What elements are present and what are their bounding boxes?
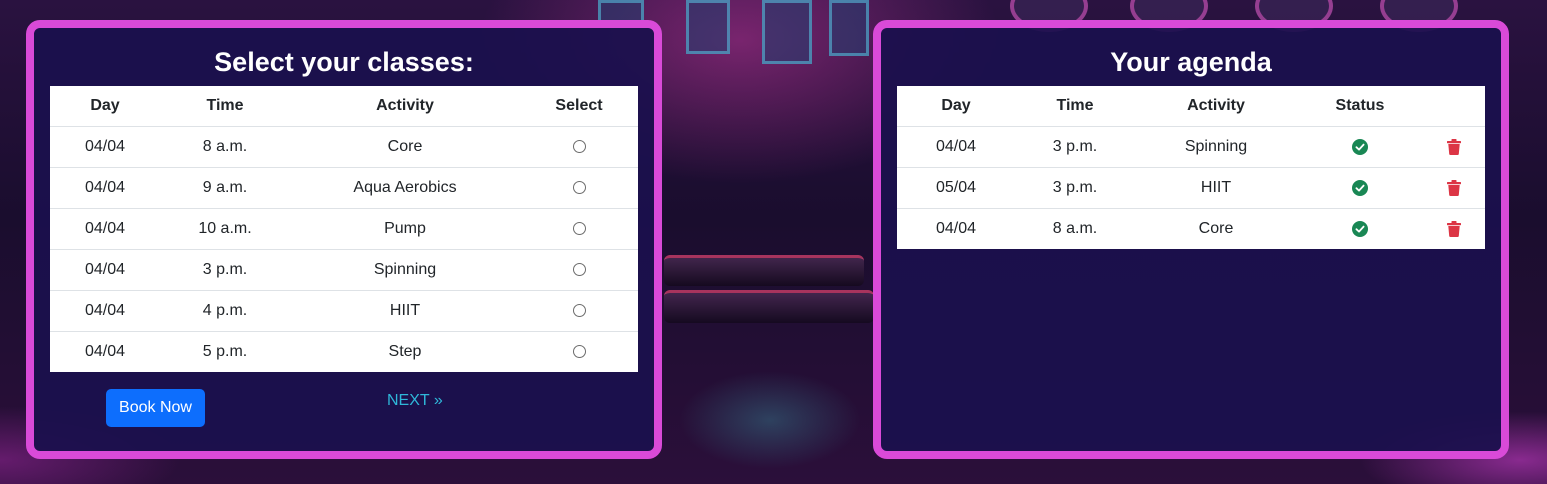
cell-time: 4 p.m. — [160, 290, 290, 332]
column-header-day: Day — [50, 86, 160, 127]
cell-time: 8 a.m. — [1052, 220, 1098, 237]
classes-table: Day Time Activity Select 04/04 8 a.m. Co… — [50, 86, 638, 372]
trash-icon[interactable] — [1447, 179, 1461, 197]
select-classes-panel: Select your classes: Day Time Activity S… — [26, 20, 662, 459]
cell-day: 04/04 — [50, 126, 160, 168]
trash-icon[interactable] — [1447, 220, 1461, 238]
agenda-table-header: Day Time Activity Status — [897, 86, 1485, 127]
column-header-status: Status — [1297, 86, 1423, 127]
cell-day: 05/04 — [897, 167, 1015, 209]
check-circle-icon — [1352, 179, 1368, 196]
column-header-time: Time — [160, 86, 290, 127]
cell-activity: HIIT — [290, 290, 520, 332]
classes-table-header: Day Time Activity Select — [50, 86, 638, 127]
book-now-button[interactable]: Book Now — [106, 389, 205, 427]
trash-icon[interactable] — [1447, 138, 1461, 156]
cell-day: 04/04 — [50, 208, 160, 250]
select-classes-title: Select your classes: — [214, 47, 474, 77]
cell-day: 04/04 — [50, 167, 160, 209]
cell-day: 04/04 — [897, 126, 1015, 168]
cell-time: 3 p.m. — [1015, 167, 1135, 209]
select-radio[interactable] — [572, 140, 586, 154]
cell-day: 04/04 — [50, 290, 160, 332]
cell-time: 3 p.m. — [1015, 126, 1135, 168]
cell-time: 3 p.m. — [160, 249, 290, 291]
table-row: 04/04 3 p.m. Spinning — [897, 126, 1485, 168]
cell-day: 04/04 — [50, 249, 160, 291]
column-header-select: Select — [520, 86, 638, 127]
cell-day: 04/04 — [84, 343, 126, 360]
cell-activity: HIIT — [1135, 167, 1297, 209]
table-row: 04/04 4 p.m. HIIT — [50, 290, 638, 332]
table-row: 04/04 10 a.m. Pump — [50, 208, 638, 250]
cell-day: 04/04 — [935, 220, 977, 237]
table-row: 04/04 8 a.m. Core — [50, 126, 638, 168]
cell-activity: Pump — [290, 208, 520, 250]
agenda-panel: Your agenda Day Time Activity Status 04/… — [873, 20, 1509, 459]
cell-activity: Core — [290, 126, 520, 168]
column-header-activity: Activity — [1135, 86, 1297, 127]
cell-time: 10 a.m. — [160, 208, 290, 250]
cell-activity: Step — [388, 343, 422, 360]
select-radio[interactable] — [572, 345, 586, 359]
column-header-activity: Activity — [290, 86, 520, 127]
select-radio[interactable] — [572, 263, 586, 277]
table-row: 04/04 8 a.m. Core — [897, 209, 1485, 250]
agenda-title: Your agenda — [1110, 47, 1272, 77]
select-radio[interactable] — [572, 304, 586, 318]
table-row: 04/04 9 a.m. Aqua Aerobics — [50, 167, 638, 209]
column-header-day: Day — [897, 86, 1015, 127]
column-header-actions — [1423, 86, 1485, 127]
cell-activity: Spinning — [290, 249, 520, 291]
check-circle-icon — [1352, 138, 1368, 155]
cell-activity: Aqua Aerobics — [290, 167, 520, 209]
table-row: 04/04 5 p.m. Step — [50, 332, 638, 373]
select-radio[interactable] — [572, 222, 586, 236]
check-circle-icon — [1352, 220, 1368, 237]
cell-time: 5 p.m. — [202, 343, 248, 360]
table-row: 04/04 3 p.m. Spinning — [50, 249, 638, 291]
column-header-time: Time — [1015, 86, 1135, 127]
cell-activity: Core — [1198, 220, 1234, 237]
cell-time: 9 a.m. — [160, 167, 290, 209]
select-radio[interactable] — [572, 181, 586, 195]
cell-activity: Spinning — [1135, 126, 1297, 168]
table-row: 05/04 3 p.m. HIIT — [897, 167, 1485, 209]
next-page-link[interactable]: NEXT » — [387, 392, 443, 410]
agenda-table: Day Time Activity Status 04/04 3 p.m. Sp… — [897, 86, 1485, 249]
cell-time: 8 a.m. — [160, 126, 290, 168]
